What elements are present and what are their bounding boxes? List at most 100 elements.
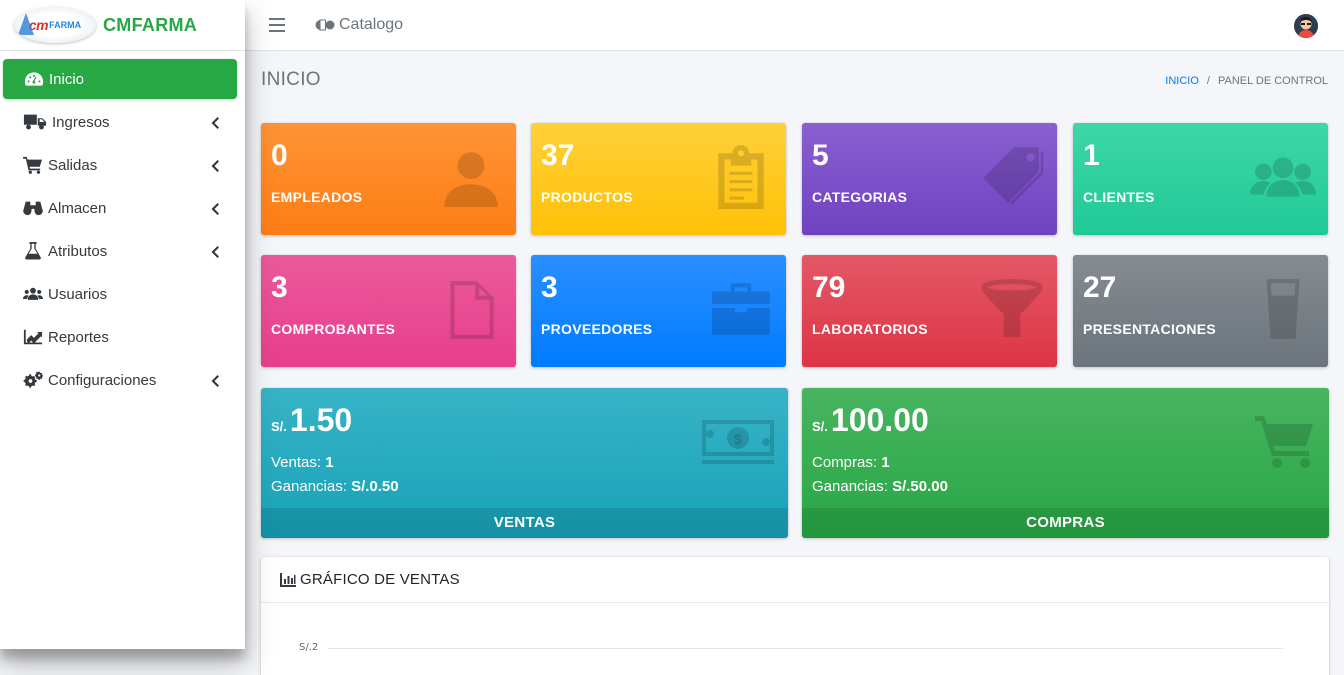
briefcase-icon: [708, 277, 774, 343]
compras-count-value: 1: [881, 454, 890, 471]
chevron-left-icon: [211, 202, 221, 215]
sidebar-item-salidas[interactable]: Salidas: [3, 145, 237, 185]
ventas-profit: Ganancias: S/.0.50: [271, 478, 399, 495]
line-chart-icon: [22, 327, 44, 347]
stat-box-clientes[interactable]: 1 CLIENTES: [1073, 123, 1328, 235]
stat-label: LABORATORIOS: [812, 321, 928, 337]
stat-label: PRODUCTOS: [541, 189, 633, 205]
user-icon: [438, 145, 504, 211]
stat-value: 1: [1083, 139, 1100, 172]
compras-footer-link[interactable]: COMPRAS: [802, 508, 1329, 538]
stat-value: 5: [812, 139, 829, 172]
sidebar-item-label: Inicio: [49, 70, 85, 88]
breadcrumb-current: PANEL DE CONTROL: [1217, 75, 1328, 87]
stat-label: COMPROBANTES: [271, 321, 396, 337]
sales-chart-card: GRÁFICO DE VENTAS S/.2: [261, 557, 1329, 675]
stat-label: CATEGORIAS: [812, 189, 908, 205]
topbar: Catalogo: [245, 0, 1344, 51]
stat-value: 3: [271, 271, 288, 304]
sidebar-item-almacen[interactable]: Almacen: [3, 188, 237, 228]
stat-value: 37: [541, 139, 575, 172]
ventas-footer-link[interactable]: VENTAS: [261, 508, 788, 538]
chevron-left-icon: [211, 374, 221, 387]
compras-amount: S/. 100.00: [812, 402, 929, 439]
y-tick-label: S/.2: [299, 642, 319, 653]
catalog-link[interactable]: Catalogo: [315, 16, 403, 34]
ventas-amount: S/. 1.50: [271, 402, 352, 439]
ventas-summary-box: S/. 1.50 Ventas: 1 Ganancias: S/.0.50 $ …: [261, 388, 788, 538]
stat-box-presentaciones[interactable]: 27 PRESENTACIONES: [1073, 255, 1328, 367]
stat-value: 0: [271, 139, 288, 172]
user-avatar[interactable]: [1294, 14, 1318, 38]
stat-box-comprobantes[interactable]: 3 COMPROBANTES: [261, 255, 516, 367]
brand-logo: cm FARMA: [14, 7, 96, 43]
filter-icon: [979, 277, 1045, 343]
shopping-cart-icon: [1255, 414, 1315, 470]
sidebar-item-atributos[interactable]: Atributos: [3, 231, 237, 271]
binoculars-icon: [22, 198, 44, 218]
sidebar-item-configuraciones[interactable]: Configuraciones: [3, 360, 237, 400]
chevron-left-icon: [211, 116, 221, 129]
logo-farma-text: FARMA: [49, 20, 82, 30]
sidebar: cmFARMA CMFARMA Inicio Ingresos Salidas: [0, 0, 245, 649]
compras-summary-box: S/. 100.00 Compras: 1 Ganancias: S/.50.0…: [802, 388, 1329, 538]
file-icon: [438, 277, 504, 343]
stat-box-categorias[interactable]: 5 CATEGORIAS: [802, 123, 1057, 235]
ventas-count: Ventas: 1: [271, 454, 334, 471]
compras-profit-value: S/.50.00: [892, 478, 948, 495]
breadcrumb: INICIO / PANEL DE CONTROL: [1165, 75, 1328, 87]
catalog-label: Catalogo: [339, 16, 404, 33]
compras-count: Compras: 1: [812, 454, 890, 471]
brand-name: CMFARMA: [103, 14, 198, 35]
sidebar-item-inicio[interactable]: Inicio: [3, 59, 237, 99]
stat-value: 3: [541, 271, 558, 304]
stat-label: PROVEEDORES: [541, 321, 653, 337]
ventas-total: 1.50: [289, 402, 353, 438]
sidebar-item-reportes[interactable]: Reportes: [3, 317, 237, 357]
pills-icon: [315, 19, 335, 31]
sales-chart-header: GRÁFICO DE VENTAS: [261, 557, 1329, 603]
sidebar-item-label: Ingresos: [52, 113, 110, 131]
chevron-left-icon: [211, 159, 221, 172]
sidebar-item-ingresos[interactable]: Ingresos: [3, 102, 237, 142]
sidebar-item-label: Salidas: [48, 156, 98, 174]
sidebar-nav: Inicio Ingresos Salidas Almacen Atributo…: [0, 51, 245, 400]
chevron-left-icon: [211, 245, 221, 258]
compras-total: 100.00: [830, 402, 929, 438]
stat-value: 27: [1083, 271, 1117, 304]
svg-text:$: $: [734, 431, 742, 447]
sales-chart-title: GRÁFICO DE VENTAS: [300, 571, 460, 588]
users-icon: [22, 284, 44, 304]
breadcrumb-separator: /: [1206, 75, 1210, 87]
flask-icon: [22, 241, 44, 261]
currency-symbol: S/.: [812, 419, 828, 434]
page-title: INICIO: [261, 69, 321, 90]
cogs-icon: [22, 370, 44, 390]
currency-symbol: S/.: [271, 419, 287, 434]
logo-cm-text: cm: [28, 17, 49, 33]
chart-gridline: [328, 648, 1283, 649]
stat-box-laboratorios[interactable]: 79 LABORATORIOS: [802, 255, 1057, 367]
compras-profit: Ganancias: S/.50.00: [812, 478, 948, 495]
ventas-profit-value: S/.0.50: [351, 478, 399, 495]
menu-toggle-icon[interactable]: [269, 18, 285, 32]
sidebar-item-label: Reportes: [48, 328, 109, 346]
bar-chart-icon: [280, 572, 296, 587]
glass-icon: [1250, 277, 1316, 343]
clipboard-icon: [708, 145, 774, 211]
money-bill-icon: $: [702, 414, 774, 470]
breadcrumb-link-inicio[interactable]: INICIO: [1165, 75, 1199, 87]
stat-box-proveedores[interactable]: 3 PROVEEDORES: [531, 255, 786, 367]
sidebar-item-usuarios[interactable]: Usuarios: [3, 274, 237, 314]
sidebar-item-label: Atributos: [48, 242, 108, 260]
users-icon: [1250, 145, 1316, 211]
stat-value: 79: [812, 271, 846, 304]
dashboard-gauge-icon: [23, 69, 45, 89]
brand[interactable]: cm FARMA CMFARMA: [0, 0, 245, 51]
sidebar-item-label: Almacen: [48, 199, 107, 217]
stat-label: CLIENTES: [1083, 189, 1155, 205]
stat-box-empleados[interactable]: 0 EMPLEADOS: [261, 123, 516, 235]
stat-label: EMPLEADOS: [271, 189, 363, 205]
stat-label: PRESENTACIONES: [1083, 321, 1217, 337]
stat-box-productos[interactable]: 37 PRODUCTOS: [531, 123, 786, 235]
